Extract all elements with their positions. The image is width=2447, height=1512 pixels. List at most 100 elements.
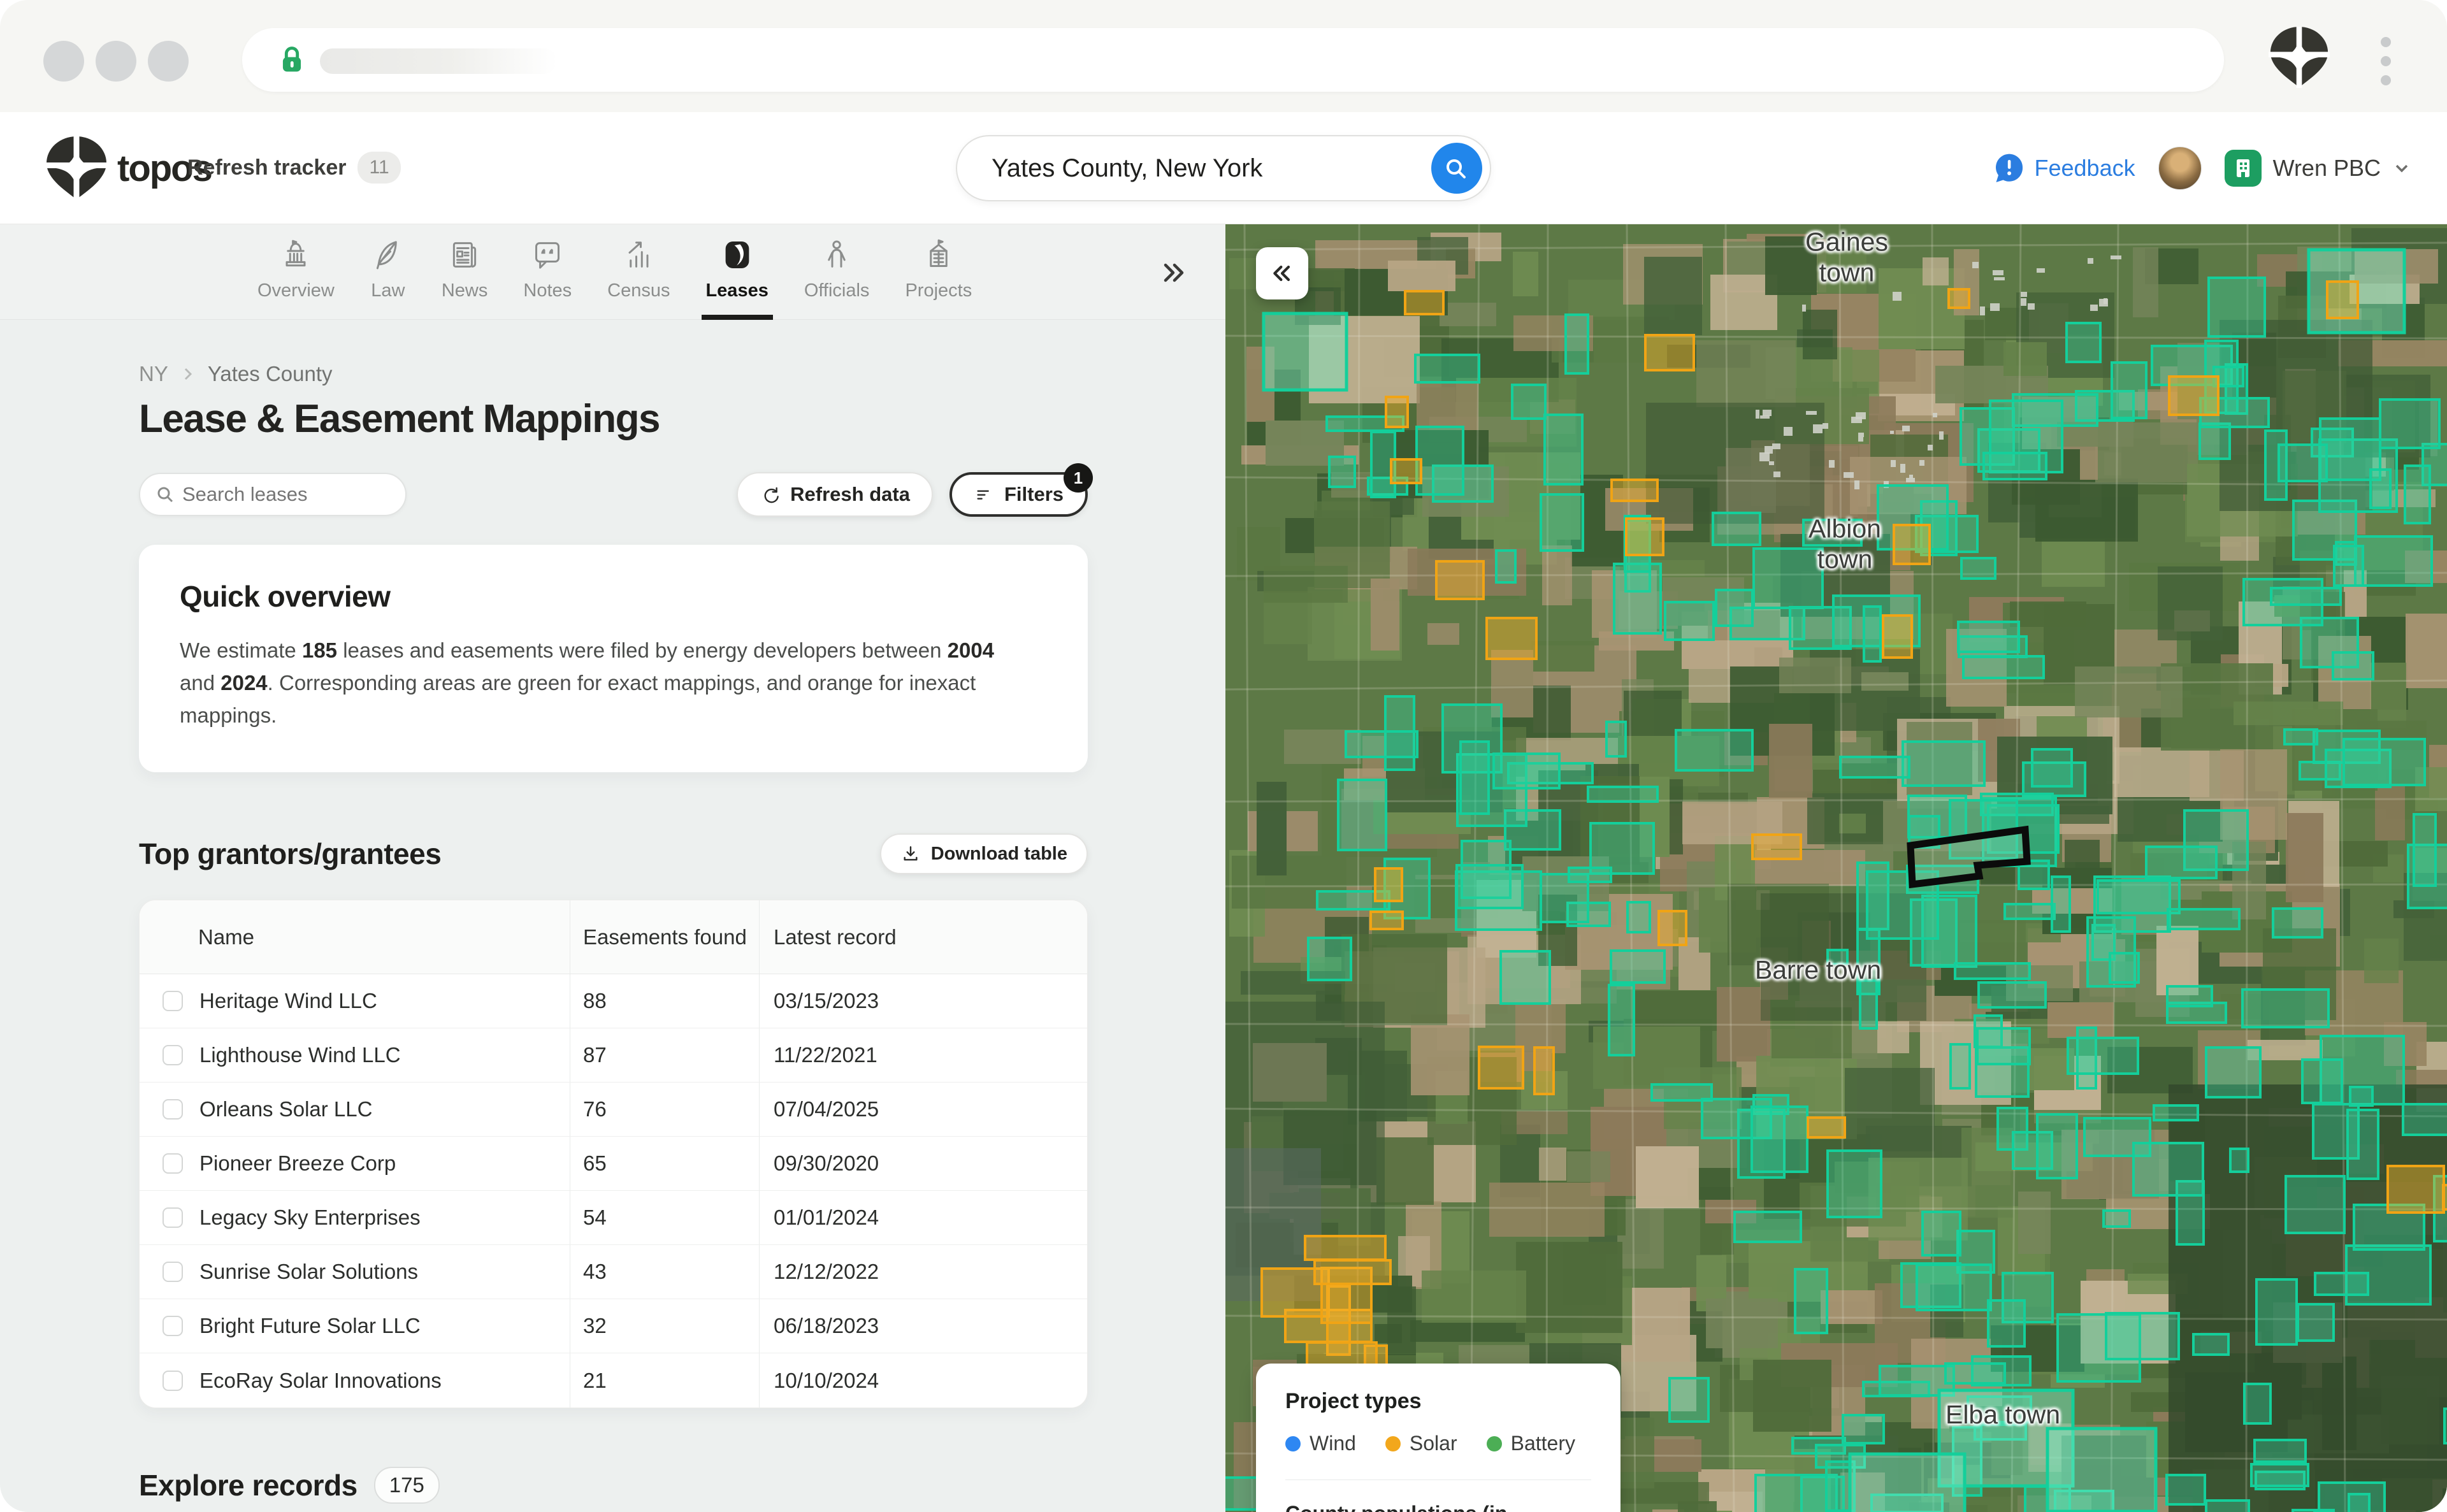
grantors-section-head: Top grantors/grantees Download table (139, 833, 1088, 874)
feedback-bubble-icon (1994, 153, 2025, 184)
row-checkbox[interactable] (162, 1316, 183, 1336)
row-checkbox[interactable] (162, 1099, 183, 1120)
search-icon (155, 485, 176, 505)
legend-item-battery: Battery (1487, 1432, 1575, 1455)
tab-overview[interactable]: Overview (257, 224, 335, 319)
table-row[interactable]: Heritage Wind LLC 88 03/15/2023 (140, 974, 1087, 1028)
row-checkbox[interactable] (162, 1207, 183, 1228)
tab-news[interactable]: News (442, 224, 488, 319)
table-row[interactable]: EcoRay Solar Innovations 21 10/10/2024 (140, 1353, 1087, 1408)
refresh-data-button[interactable]: Refresh data (737, 472, 933, 517)
row-checkbox[interactable] (162, 1371, 183, 1391)
table-row[interactable]: Orleans Solar LLC 76 07/04/2025 (140, 1083, 1087, 1137)
column-name: Name (140, 925, 570, 949)
browser-menu-icon[interactable] (2374, 31, 2397, 92)
grantor-name: Pioneer Breeze Corp (199, 1151, 396, 1176)
grantor-name: Orleans Solar LLC (199, 1097, 372, 1121)
grantors-title: Top grantors/grantees (139, 837, 441, 871)
quick-overview-body: We estimate 185 leases and easements wer… (180, 634, 1027, 731)
satellite-map-canvas[interactable] (1225, 224, 2447, 1512)
latest-record-date: 11/22/2021 (759, 1028, 1087, 1082)
solar-label: Solar (1410, 1432, 1457, 1455)
latest-record-date: 12/12/2022 (759, 1245, 1087, 1299)
org-badge (2225, 150, 2262, 187)
chevron-double-left-icon (1269, 261, 1295, 286)
lease-search-input[interactable] (182, 474, 393, 515)
explore-count-badge: 175 (374, 1467, 440, 1504)
filters-count-badge: 1 (1064, 463, 1093, 493)
table-row[interactable]: Bright Future Solar LLC 32 06/18/2023 (140, 1299, 1087, 1353)
grantors-table: Name Easements found Latest record Herit… (139, 900, 1088, 1408)
grantor-name: Sunrise Solar Solutions (199, 1260, 418, 1284)
grantor-name: Lighthouse Wind LLC (199, 1043, 401, 1067)
tab-notes[interactable]: Notes (523, 224, 572, 319)
town-label-albion: Albion town (1781, 514, 1909, 575)
breadcrumb-state[interactable]: NY (139, 362, 168, 386)
tab-label: News (442, 280, 488, 301)
easements-count: 32 (570, 1299, 759, 1353)
latest-record-date: 03/15/2023 (759, 974, 1087, 1028)
tab-census[interactable]: Census (607, 224, 670, 319)
factory-icon (921, 237, 956, 273)
feather-icon (370, 237, 406, 273)
refresh-tracker-link[interactable]: Refresh tracker 11 (187, 152, 401, 184)
easements-count: 87 (570, 1028, 759, 1082)
row-checkbox[interactable] (162, 1045, 183, 1065)
map-legend: Project types Wind Solar Battery County … (1256, 1364, 1621, 1512)
feedback-label: Feedback (2035, 155, 2135, 182)
filters-button[interactable]: Filters 1 (949, 472, 1088, 517)
filter-lines-icon (974, 484, 994, 505)
tab-law[interactable]: Law (370, 224, 406, 319)
address-bar[interactable] (242, 28, 2224, 92)
topos-extension-icon[interactable] (2269, 27, 2330, 88)
row-checkbox[interactable] (162, 1153, 183, 1174)
tab-officials[interactable]: Officials (804, 224, 870, 319)
grantor-name: Legacy Sky Enterprises (199, 1206, 421, 1230)
tab-label: Overview (257, 280, 335, 301)
table-row[interactable]: Legacy Sky Enterprises 54 01/01/2024 (140, 1191, 1087, 1245)
search-button[interactable] (1431, 143, 1482, 194)
town-label-elba: Elba town (1945, 1399, 2060, 1430)
download-table-button[interactable]: Download table (880, 833, 1088, 874)
table-row[interactable]: Lighthouse Wind LLC 87 11/22/2021 (140, 1028, 1087, 1083)
refresh-tracker-count: 11 (357, 152, 400, 184)
easements-count: 43 (570, 1245, 759, 1299)
person-icon (819, 237, 855, 273)
avatar[interactable] (2158, 147, 2202, 190)
download-table-label: Download table (931, 844, 1067, 865)
legend-project-types-title: Project types (1285, 1389, 1591, 1414)
chart-arrow-icon (621, 237, 656, 273)
leases-panel: NY Yates County Lease & Easement Mapping… (0, 320, 1225, 1512)
town-label-barre: Barre town (1755, 954, 1881, 985)
collapse-map-button[interactable] (1256, 247, 1308, 299)
table-row[interactable]: Pioneer Breeze Corp 65 09/30/2020 (140, 1137, 1087, 1191)
row-checkbox[interactable] (162, 991, 183, 1011)
header-right: Feedback Wren PBC (1994, 112, 2412, 224)
grantor-name: Heritage Wind LLC (199, 989, 377, 1013)
chevron-right-icon (180, 366, 196, 382)
lease-map[interactable]: Gaines town Albion town Barre town Elba … (1225, 224, 2447, 1512)
window-minimize-button[interactable] (96, 41, 136, 82)
org-menu[interactable]: Wren PBC (2225, 150, 2411, 187)
window-close-button[interactable] (43, 41, 84, 82)
easements-count: 21 (570, 1353, 759, 1408)
row-checkbox[interactable] (162, 1262, 183, 1282)
capitol-icon (278, 237, 314, 273)
table-row[interactable]: Sunrise Solar Solutions 43 12/12/2022 (140, 1245, 1087, 1299)
county-search-input[interactable] (992, 136, 1399, 200)
chevron-double-right-icon[interactable] (1158, 257, 1188, 288)
breadcrumb-county[interactable]: Yates County (208, 362, 333, 386)
section-tab-bar: Overview Law News (0, 224, 1225, 320)
wind-dot (1285, 1436, 1301, 1451)
wind-label: Wind (1310, 1432, 1356, 1455)
lease-controls: Refresh data Filters 1 (139, 472, 1088, 517)
tab-label: Census (607, 280, 670, 301)
window-maximize-button[interactable] (148, 41, 189, 82)
topos-logo[interactable]: topos (45, 136, 212, 200)
tab-projects[interactable]: Projects (905, 224, 972, 319)
tab-leases[interactable]: Leases (705, 224, 768, 319)
lock-icon (275, 43, 308, 76)
page-title: Lease & Easement Mappings (139, 396, 1088, 442)
quick-overview-card: Quick overview We estimate 185 leases an… (139, 545, 1088, 772)
feedback-button[interactable]: Feedback (1994, 153, 2135, 184)
